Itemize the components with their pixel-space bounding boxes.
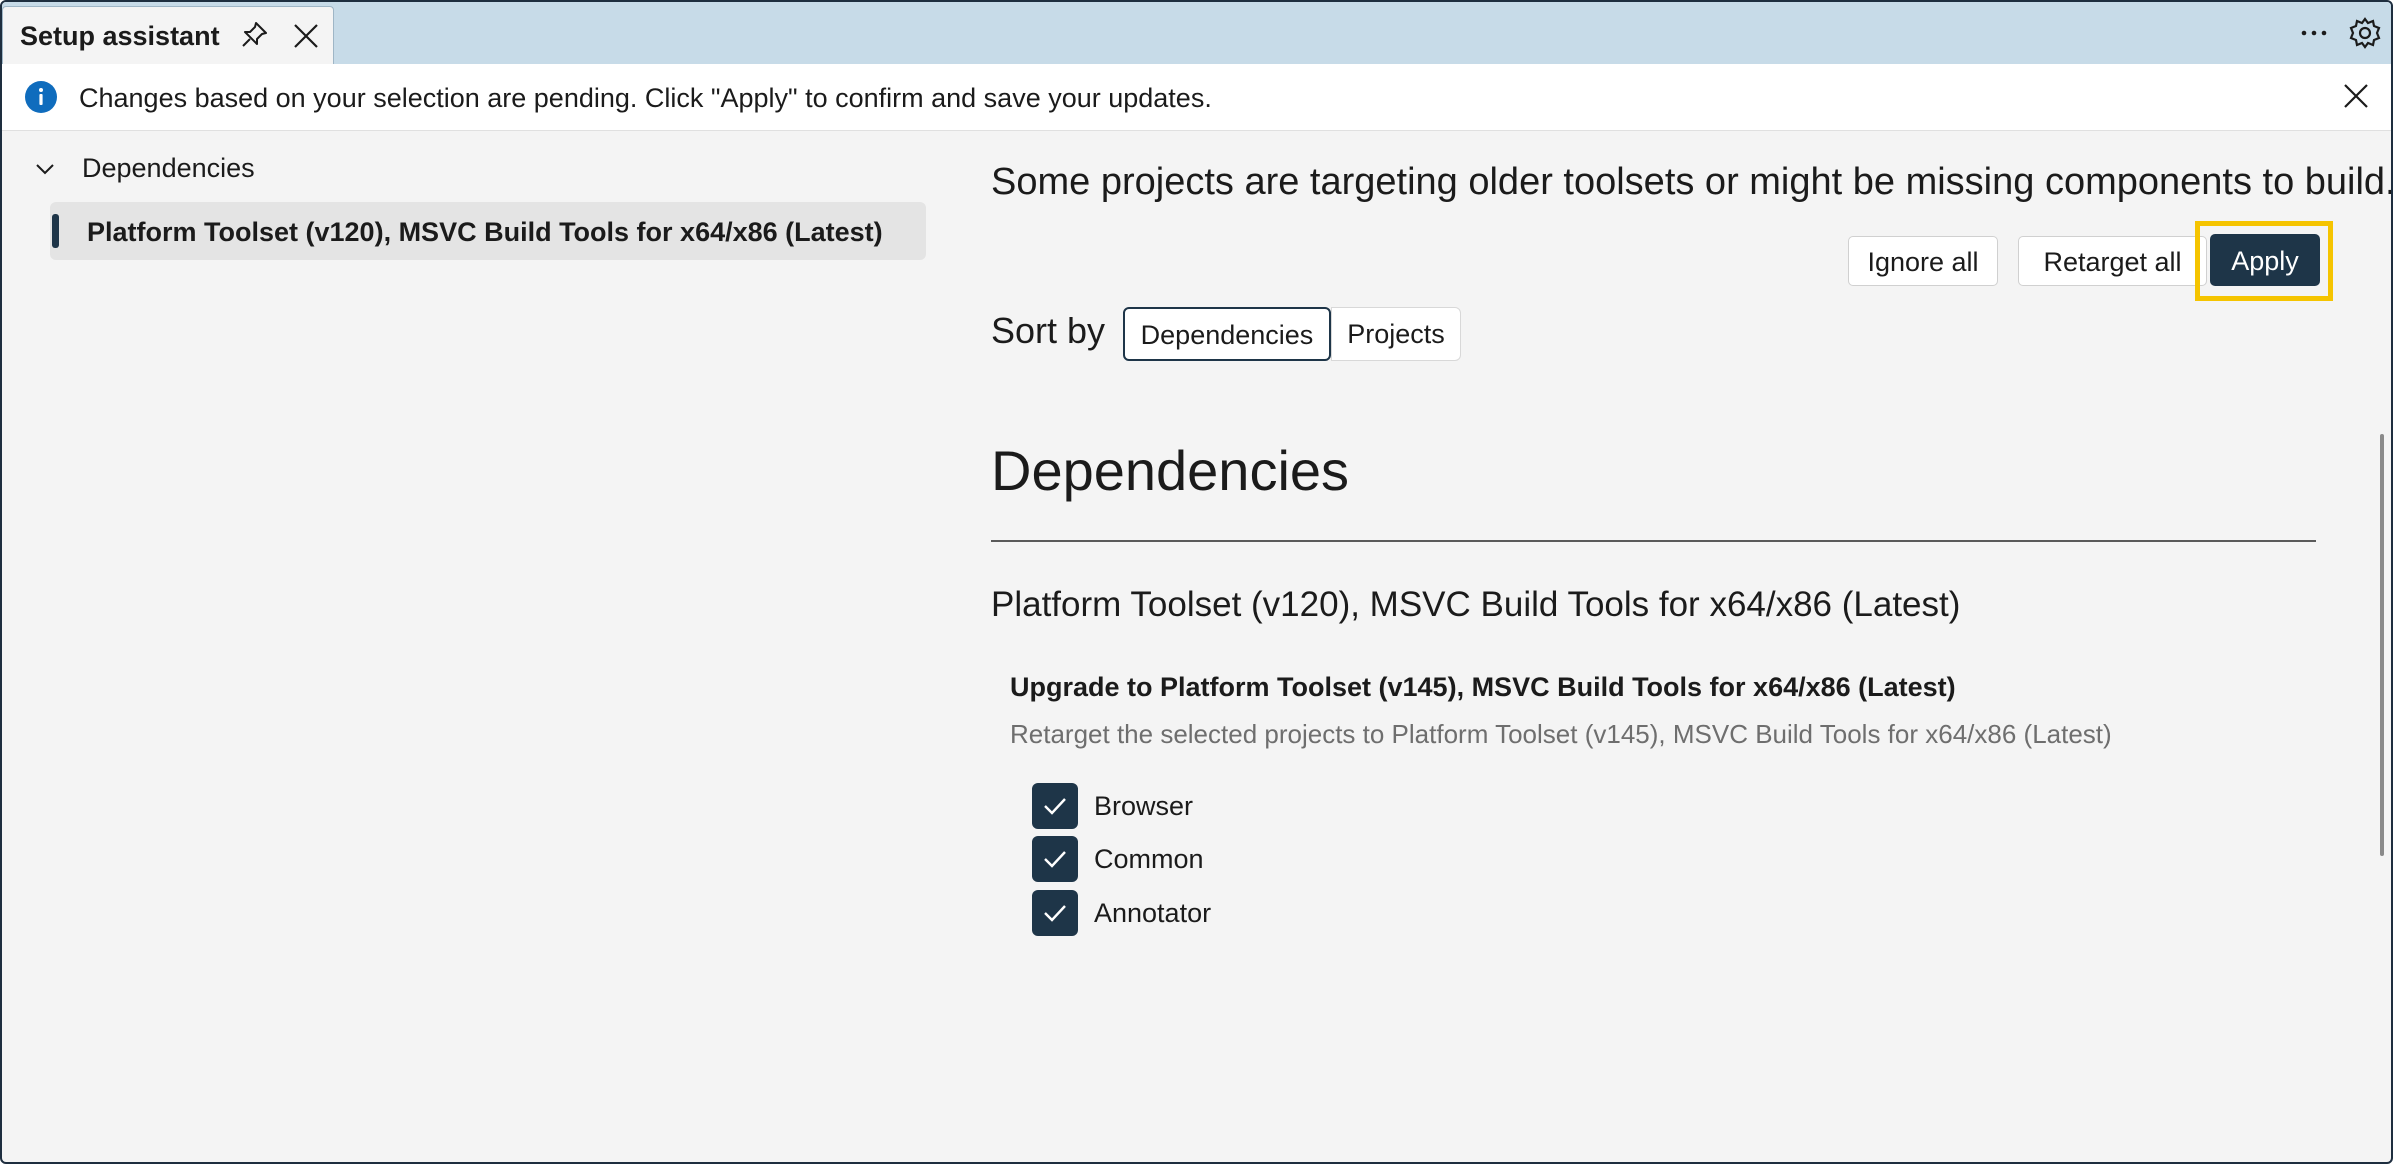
tab-setup-assistant[interactable]: Setup assistant <box>2 6 334 64</box>
setup-assistant-window: Setup assistant Changes based on your se… <box>0 0 2393 1164</box>
tree-item-label: Platform Toolset (v120), MSVC Build Tool… <box>87 217 883 247</box>
gear-icon[interactable] <box>2348 16 2382 50</box>
project-checkbox[interactable] <box>1032 836 1078 882</box>
project-label: Common <box>1094 844 1204 874</box>
project-label: Annotator <box>1094 898 1212 928</box>
tab-strip: Setup assistant <box>2 2 2391 64</box>
section-title: Dependencies <box>991 439 1350 502</box>
retarget-all-button[interactable]: Retarget all <box>2018 236 2207 286</box>
apply-button[interactable]: Apply <box>2210 234 2320 286</box>
checkmark-icon <box>1044 798 1066 815</box>
info-icon <box>24 80 58 114</box>
sort-projects-button[interactable]: Projects <box>1331 307 1461 361</box>
info-message: Changes based on your selection are pend… <box>79 83 1212 113</box>
chevron-down-icon[interactable] <box>30 154 60 184</box>
info-bar: Changes based on your selection are pend… <box>2 64 2391 131</box>
ignore-all-button[interactable]: Ignore all <box>1848 236 1998 286</box>
checkmark-icon <box>1044 851 1066 868</box>
project-label: Browser <box>1094 791 1194 821</box>
close-icon[interactable] <box>2341 81 2371 111</box>
tree-group-label: Dependencies <box>82 153 255 183</box>
page-headline: Some projects are targeting older toolse… <box>991 161 2393 203</box>
tree-item-platform-toolset[interactable]: Platform Toolset (v120), MSVC Build Tool… <box>50 202 926 260</box>
sort-by-label: Sort by <box>991 310 1106 351</box>
dependency-group-title: Platform Toolset (v120), MSVC Build Tool… <box>991 585 1961 624</box>
section-divider <box>991 540 2316 542</box>
vertical-scrollbar[interactable] <box>2380 434 2384 856</box>
upgrade-title: Upgrade to Platform Toolset (v145), MSVC… <box>1010 672 1956 702</box>
pin-icon[interactable] <box>238 19 270 51</box>
selection-indicator <box>52 214 59 248</box>
project-checkbox[interactable] <box>1032 783 1078 829</box>
close-icon[interactable] <box>291 21 321 51</box>
upgrade-description: Retarget the selected projects to Platfo… <box>1010 719 2112 749</box>
more-icon[interactable] <box>2298 16 2330 48</box>
tab-title: Setup assistant <box>20 21 220 51</box>
project-checkbox[interactable] <box>1032 890 1078 936</box>
checkmark-icon <box>1044 905 1066 922</box>
sort-dependencies-button[interactable]: Dependencies <box>1123 307 1331 361</box>
